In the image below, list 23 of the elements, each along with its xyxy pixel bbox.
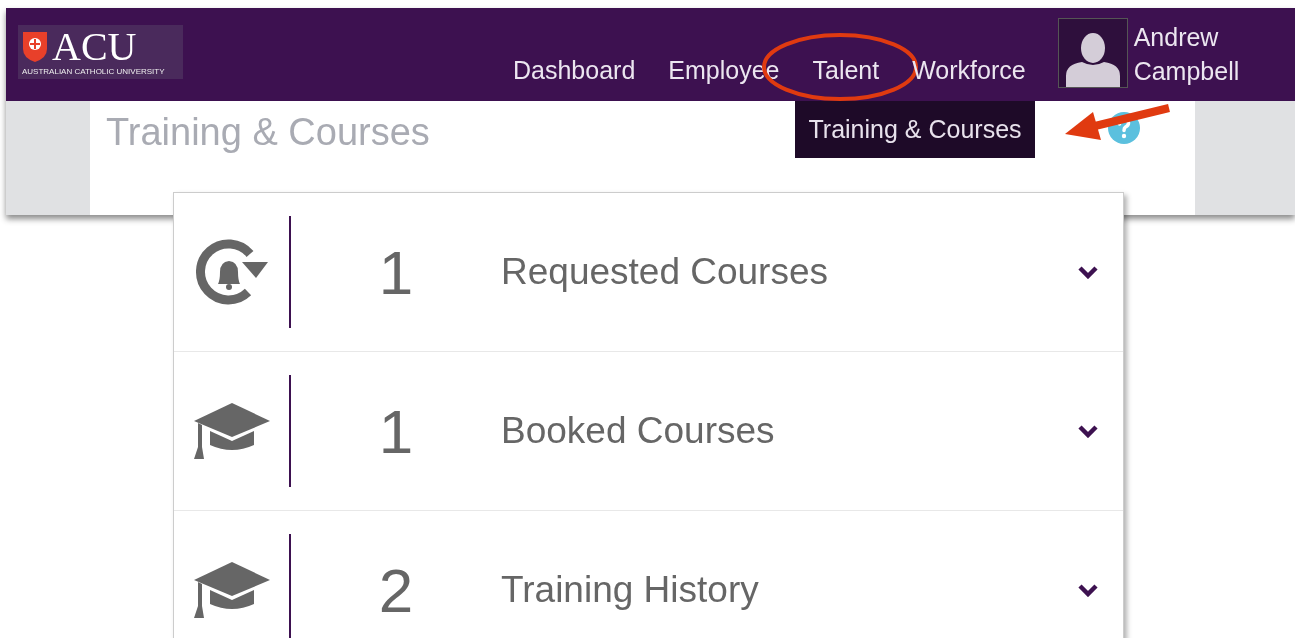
course-section[interactable]: 1 Requested Courses xyxy=(174,193,1123,351)
avatar-icon[interactable] xyxy=(1057,18,1128,88)
chevron-icon xyxy=(1077,265,1099,279)
course-count: 1 xyxy=(377,395,415,467)
chevron-icon xyxy=(1077,424,1099,438)
course-section[interactable]: 1 Booked Courses xyxy=(174,351,1123,510)
menu-item[interactable]: Training & Courses xyxy=(808,115,1022,144)
chevron-icon xyxy=(1077,583,1099,597)
section-title: Training History xyxy=(501,569,760,611)
section-title: Booked Courses xyxy=(501,410,776,452)
graduation-cap-icon xyxy=(191,560,272,620)
logo[interactable]: ACU AUSTRALIAN CATHOLIC UNIVERSITY xyxy=(18,25,183,79)
nav-link[interactable]: Talent xyxy=(812,56,880,85)
section-title: Requested Courses xyxy=(501,251,830,293)
nav-link[interactable]: Dashboard xyxy=(513,56,636,85)
course-count: 2 xyxy=(377,554,415,626)
course-section[interactable]: 2 Training History xyxy=(174,510,1123,638)
graduation-cap-icon xyxy=(191,401,272,461)
help-icon[interactable] xyxy=(1107,111,1141,145)
course-count: 1 xyxy=(377,236,415,308)
page-title: Training & Courses xyxy=(106,111,430,154)
user-name[interactable]: Andrew Campbell xyxy=(1133,20,1254,88)
shield-icon xyxy=(22,31,48,63)
